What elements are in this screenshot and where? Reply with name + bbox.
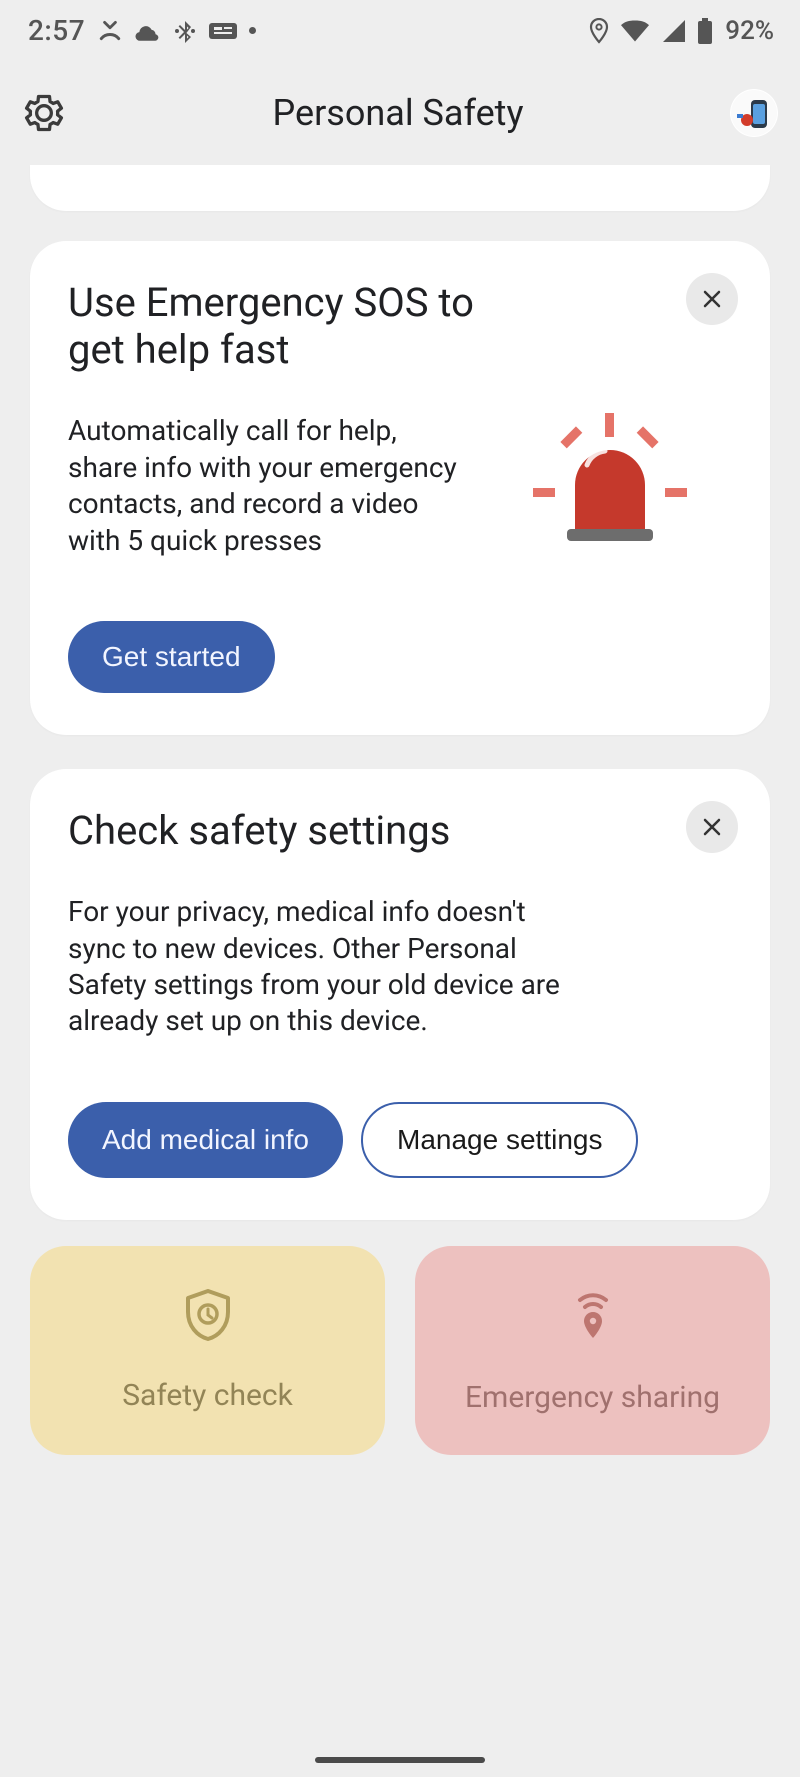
- gesture-nav-bar[interactable]: [315, 1757, 485, 1763]
- emergency-sos-card: Use Emergency SOS to get help fast Autom…: [30, 241, 770, 735]
- dismiss-button[interactable]: [686, 801, 738, 853]
- battery-icon: [697, 18, 713, 44]
- manage-settings-button[interactable]: Manage settings: [361, 1102, 638, 1178]
- bluetooth-connected-icon: [173, 18, 197, 44]
- add-medical-info-button[interactable]: Add medical info: [68, 1102, 343, 1178]
- previous-card-peek: [30, 165, 770, 211]
- status-right: 92%: [589, 16, 774, 46]
- emergency-sharing-tile[interactable]: Emergency sharing: [415, 1246, 770, 1455]
- dismiss-button[interactable]: [686, 273, 738, 325]
- get-started-button[interactable]: Get started: [68, 621, 275, 693]
- missed-call-icon: [97, 18, 123, 44]
- cloud-icon: [135, 21, 161, 41]
- page-title: Personal Safety: [273, 92, 524, 134]
- card-body-text: For your privacy, medical info doesn't s…: [68, 894, 568, 1040]
- content-area: Use Emergency SOS to get help fast Autom…: [0, 165, 800, 1455]
- cellular-signal-icon: [661, 20, 685, 42]
- card-title: Check safety settings: [68, 807, 568, 854]
- safety-check-tile[interactable]: Safety check: [30, 1246, 385, 1455]
- more-notifications-icon: [249, 27, 256, 34]
- profile-avatar[interactable]: [730, 89, 778, 137]
- app-header: Personal Safety: [0, 57, 800, 165]
- card-title: Use Emergency SOS to get help fast: [68, 279, 498, 373]
- battery-percentage: 92%: [725, 16, 774, 46]
- quick-tiles: Safety check Emergency sharing: [30, 1246, 770, 1455]
- location-broadcast-icon: [566, 1288, 620, 1352]
- status-bar: 2:57 92%: [0, 0, 800, 57]
- wifi-icon: [621, 20, 649, 42]
- close-icon: [700, 287, 724, 311]
- status-time: 2:57: [28, 14, 85, 47]
- tile-label: Emergency sharing: [465, 1380, 720, 1415]
- news-icon: [209, 21, 237, 41]
- location-icon: [589, 18, 609, 44]
- settings-button[interactable]: [22, 91, 66, 135]
- tile-label: Safety check: [122, 1378, 293, 1413]
- status-left: 2:57: [28, 14, 256, 47]
- siren-illustration: [487, 413, 732, 559]
- close-icon: [700, 815, 724, 839]
- shield-clock-icon: [183, 1288, 233, 1350]
- safety-settings-card: Check safety settings For your privacy, …: [30, 769, 770, 1220]
- card-body-text: Automatically call for help, share info …: [68, 413, 463, 559]
